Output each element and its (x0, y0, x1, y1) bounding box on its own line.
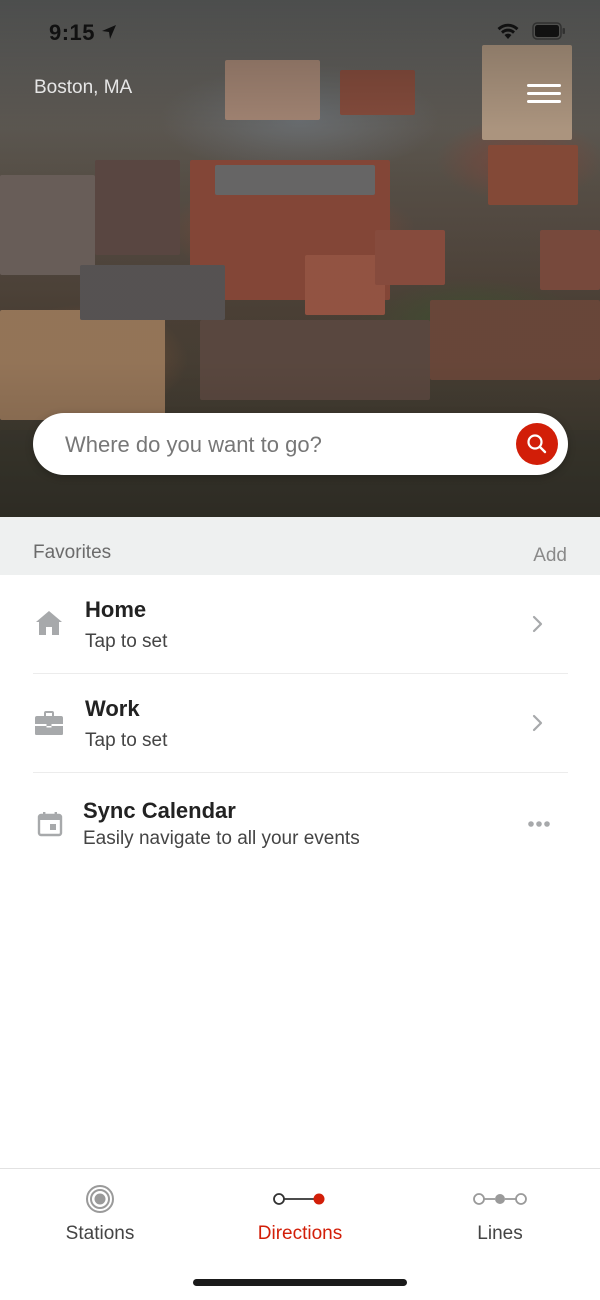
favorites-title: Favorites (33, 542, 112, 563)
station-icon (86, 1185, 114, 1213)
location-arrow-icon (102, 25, 116, 39)
briefcase-icon (35, 711, 63, 735)
search-bar (33, 413, 568, 475)
favorite-item-title: Home (85, 597, 147, 622)
wifi-icon (497, 23, 519, 39)
favorite-item-subtitle: Tap to set (85, 631, 168, 652)
favorite-item-sync-calendar[interactable]: Sync Calendar Easily navigate to all you… (0, 773, 600, 871)
more-icon[interactable] (527, 820, 551, 828)
favorites-add-button[interactable]: Add (533, 545, 567, 567)
home-indicator (193, 1279, 407, 1286)
hamburger-menu-icon[interactable] (527, 84, 561, 108)
search-input[interactable] (63, 427, 487, 463)
chevron-right-icon (532, 615, 543, 633)
tab-directions[interactable]: Directions (200, 1169, 400, 1269)
favorite-item-work[interactable]: Work Tap to set (0, 674, 600, 772)
tab-lines[interactable]: Lines (400, 1169, 600, 1269)
city-label: Boston, MA (34, 77, 133, 98)
lines-icon (473, 1193, 527, 1205)
favorites-header: Favorites Add (0, 517, 600, 575)
favorite-item-subtitle: Tap to set (85, 730, 168, 751)
favorite-item-home[interactable]: Home Tap to set (0, 575, 600, 673)
tab-label: Stations (65, 1223, 135, 1244)
favorite-item-title: Sync Calendar (83, 798, 236, 823)
home-icon (36, 611, 62, 635)
favorite-item-title: Work (85, 696, 140, 721)
status-indicators (496, 22, 566, 40)
directions-icon (273, 1193, 325, 1205)
battery-icon (532, 22, 565, 40)
search-button[interactable] (516, 423, 558, 465)
favorite-item-subtitle: Easily navigate to all your events (83, 828, 360, 849)
search-icon (527, 434, 547, 454)
chevron-right-icon (532, 714, 543, 732)
tab-label: Directions (257, 1223, 343, 1244)
status-time: 9:15 (49, 20, 96, 45)
tab-stations[interactable]: Stations (0, 1169, 200, 1269)
calendar-icon (37, 812, 63, 837)
tab-label: Lines (477, 1223, 523, 1244)
